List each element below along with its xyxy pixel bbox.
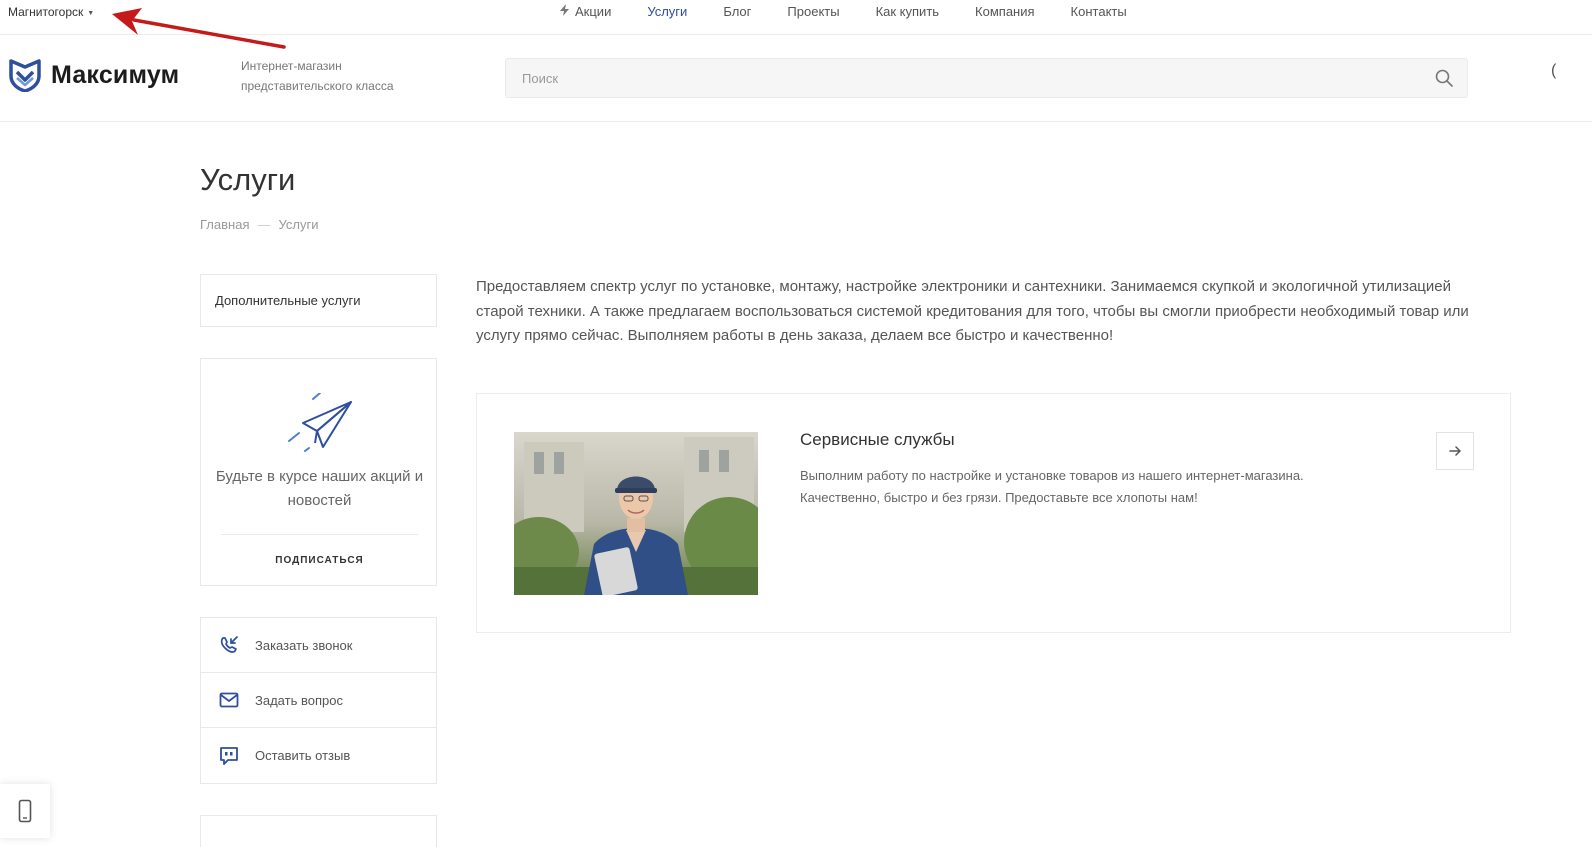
services-intro: Предоставляем спектр услуг по установке,… (476, 278, 1469, 344)
tagline: Интернет-магазин представительского клас… (241, 59, 394, 93)
nav-item-label: Контакты (1070, 4, 1127, 19)
subscribe-button[interactable]: ПОДПИСАТЬСЯ (201, 555, 438, 566)
order-call-button[interactable]: Заказать звонок (201, 618, 436, 673)
nav-item-contacts[interactable]: Контакты (1071, 4, 1127, 19)
service-card-arrow-button[interactable] (1436, 432, 1474, 470)
subscribe-block: Будьте в курсе наших акций и новостей ПО… (200, 358, 437, 586)
nav-item-label: Проекты (787, 4, 840, 19)
sidebar-item-label: Дополнительные услуги (215, 293, 361, 308)
breadcrumb-home[interactable]: Главная (200, 217, 249, 232)
search-input[interactable] (506, 59, 1467, 97)
nav-item-promotions[interactable]: Акции (560, 4, 611, 19)
city-selector[interactable]: Магнитогорск ▼ (8, 5, 94, 19)
nav-item-company[interactable]: Компания (975, 4, 1035, 19)
service-card-description: Выполним работу по настройке и установке… (800, 468, 1304, 505)
envelope-icon (219, 692, 239, 708)
paper-plane-icon (288, 393, 352, 452)
logo[interactable]: Максимум (9, 58, 179, 92)
service-card[interactable]: Сервисные службы Выполним работу по наст… (476, 393, 1511, 633)
phone-callback-icon (220, 636, 238, 653)
nav-item-label: Услуги (647, 4, 688, 19)
nav-item-label: Компания (975, 4, 1035, 19)
action-label: Заказать звонок (255, 637, 353, 653)
breadcrumb-separator: — (257, 217, 271, 232)
page-title: Услуги (200, 162, 296, 197)
subscribe-text: Будьте в курсе наших акций и новостей (215, 468, 424, 509)
header-edge-glyph: ( (1551, 62, 1557, 79)
leave-review-button[interactable]: Оставить отзыв (201, 728, 436, 783)
action-label: Задать вопрос (255, 692, 343, 708)
service-card-title[interactable]: Сервисные службы (800, 430, 955, 450)
nav-item-label: Как купить (875, 4, 940, 19)
mobile-version-tab[interactable] (0, 784, 50, 838)
breadcrumb: Главная — Услуги (200, 217, 318, 232)
bolt-icon (560, 4, 569, 19)
chat-quote-icon (220, 746, 238, 765)
logo-name: Максимум (51, 60, 180, 89)
site-header: Максимум Интернет-магазин представительс… (0, 36, 1592, 122)
breadcrumb-current: Услуги (278, 217, 319, 232)
nav-item-blog[interactable]: Блог (723, 4, 751, 19)
search-box (505, 58, 1468, 98)
ask-question-button[interactable]: Задать вопрос (201, 673, 436, 728)
contact-actions: Заказать звонок Задать вопрос Оставить о… (200, 617, 437, 784)
top-nav: Акции Услуги Блог Проекты Как купить Ком… (560, 4, 1163, 19)
mobile-phone-icon (18, 799, 32, 823)
service-photo[interactable] (514, 432, 758, 595)
nav-item-label: Блог (723, 4, 752, 19)
caret-down-icon: ▼ (87, 9, 95, 17)
arrow-right-icon (1449, 446, 1461, 456)
subscribe-divider (221, 534, 418, 535)
nav-item-projects[interactable]: Проекты (787, 4, 839, 19)
sidebar-item-additional-services[interactable]: Дополнительные услуги (200, 274, 437, 327)
action-label: Оставить отзыв (255, 748, 351, 763)
city-label: Магнитогорск (8, 5, 84, 19)
nav-item-services[interactable]: Услуги (647, 4, 687, 19)
nav-item-label: Акции (575, 4, 612, 19)
nav-item-how-to-buy[interactable]: Как купить (876, 4, 939, 19)
search-icon[interactable] (1435, 69, 1453, 92)
sidebar-bottom-block (200, 815, 437, 847)
logo-shield-icon (9, 59, 41, 92)
